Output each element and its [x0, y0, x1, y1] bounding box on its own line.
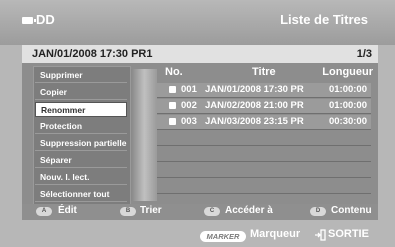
row-length: 01:00:00	[328, 100, 367, 111]
row-title: JAN/01/2008 17:30 PR	[205, 84, 304, 95]
row-length: 01:00:00	[328, 84, 367, 95]
menu-item-rename[interactable]: Renommer	[35, 102, 127, 117]
table-row-empty	[157, 179, 371, 194]
table-row-empty	[157, 147, 371, 162]
key-c-label: Accéder à	[225, 205, 273, 216]
table-row-empty	[157, 163, 371, 178]
menu-item-partial-delete[interactable]: Suppression partielle	[35, 136, 127, 151]
key-d-button[interactable]: D	[310, 207, 326, 216]
key-a-button[interactable]: A	[36, 207, 52, 216]
table-row[interactable]: 001 JAN/01/2008 17:30 PR 01:00:00	[157, 83, 371, 98]
row-title: JAN/02/2008 21:00 PR	[205, 100, 304, 111]
device-label: DD	[36, 12, 55, 27]
info-datetime: JAN/01/2008 17:30 PR1	[32, 48, 153, 60]
screen-title: Liste de Titres	[280, 12, 368, 27]
menu-item-new-playlist[interactable]: Nouv. l. lect.	[35, 170, 127, 185]
exit-label: SORTIE	[328, 228, 369, 240]
row-number: 003	[181, 116, 197, 127]
color-key-legend: A Édit B Trier C Accéder à D Contenu	[22, 204, 378, 220]
column-header-no: No.	[165, 66, 183, 78]
checkbox-icon[interactable]	[169, 102, 176, 109]
checkbox-icon[interactable]	[169, 86, 176, 93]
page-indicator: 1/3	[356, 48, 372, 60]
row-number: 001	[181, 84, 197, 95]
table-row[interactable]: 002 JAN/02/2008 21:00 PR 01:00:00	[157, 99, 371, 114]
checkbox-icon[interactable]	[169, 118, 176, 125]
menu-item-split[interactable]: Séparer	[35, 153, 127, 168]
menu-item-select-all[interactable]: Sélectionner tout	[35, 187, 127, 202]
table-header: No. Titre Longueur	[157, 66, 375, 82]
table-row-empty	[157, 131, 371, 146]
row-title: JAN/03/2008 23:15 PR	[205, 116, 304, 127]
menu-item-protection[interactable]: Protection	[35, 119, 127, 134]
column-header-title: Titre	[252, 66, 276, 78]
marker-label: Marqueur	[250, 228, 301, 240]
key-c-button[interactable]: C	[204, 207, 220, 216]
key-b-button[interactable]: B	[120, 207, 136, 216]
edit-menu: Supprimer Copier Renommer Protection Sup…	[33, 66, 131, 205]
menu-item-copy[interactable]: Copier	[35, 85, 127, 100]
key-a-label: Édit	[58, 205, 77, 216]
table-row[interactable]: 003 JAN/03/2008 23:15 PR 00:30:00	[157, 115, 371, 130]
row-length: 00:30:00	[328, 116, 367, 127]
hdd-icon	[22, 17, 36, 24]
marker-key-button[interactable]: MARKER	[200, 231, 246, 242]
menu-item-delete[interactable]: Supprimer	[35, 68, 127, 83]
exit-icon[interactable]	[315, 229, 326, 241]
info-row: JAN/01/2008 17:30 PR1 1/3	[22, 45, 378, 63]
key-b-label: Trier	[140, 205, 162, 216]
row-number: 002	[181, 100, 197, 111]
column-header-length: Longueur	[322, 66, 373, 78]
key-d-label: Contenu	[331, 205, 372, 216]
